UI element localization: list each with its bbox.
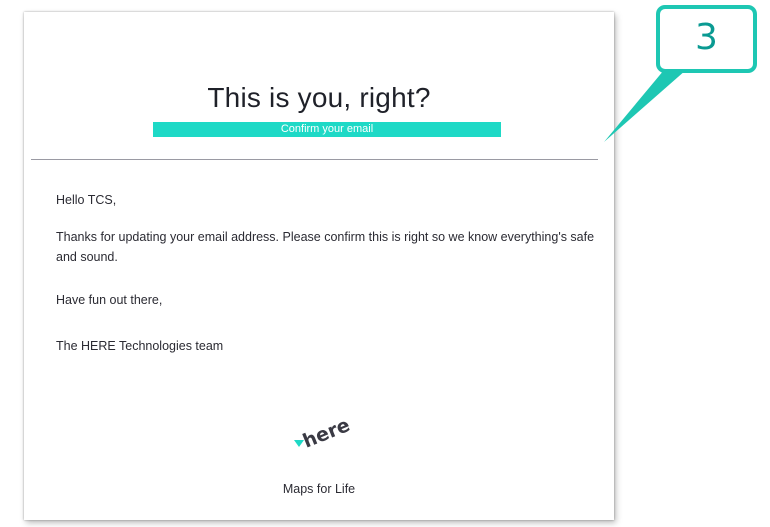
callout-number: 3 [695,17,718,58]
tagline: Maps for Life [282,482,356,496]
signoff-text: Have fun out there, [56,293,163,307]
confirm-email-button[interactable]: Confirm your email [153,122,501,137]
here-logo-text: here [300,414,350,452]
body-paragraph: Thanks for updating your email address. … [56,230,595,264]
email-headline: This is you, right? [207,82,431,113]
here-logo: here [294,414,350,452]
email-card: This is you, right? Confirm your email H… [24,12,614,520]
greeting-text: Hello TCS, [56,193,117,207]
divider [31,159,598,160]
signature-text: The HERE Technologies team [56,339,224,353]
screenshot-stage: This is you, right? Confirm your email H… [0,0,770,527]
step-callout: 3 [656,5,757,73]
